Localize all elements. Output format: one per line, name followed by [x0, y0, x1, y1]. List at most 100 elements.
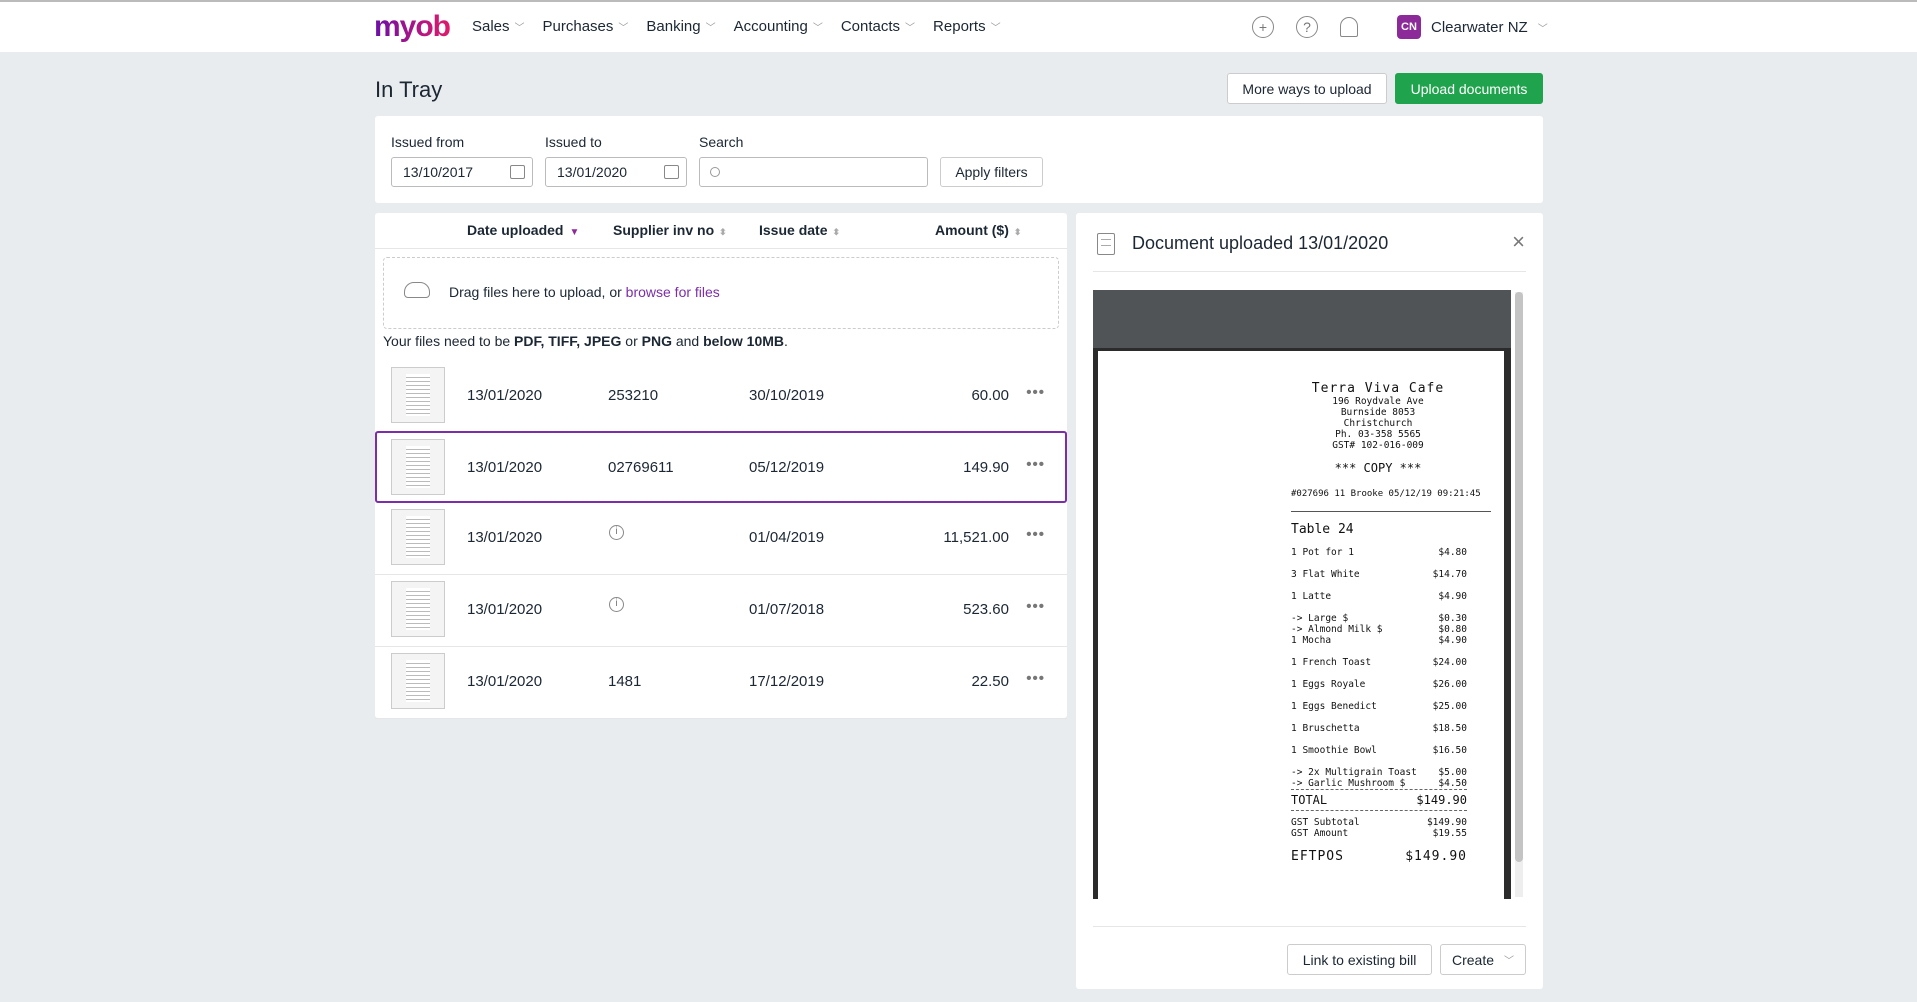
column-supplier-inv-no[interactable]: Supplier inv no ⬍: [613, 222, 727, 238]
calendar-icon[interactable]: [664, 165, 679, 179]
receipt-addr: 196 Roydvale Ave: [1332, 396, 1424, 407]
table-row[interactable]: 13/01/2020 i 01/07/2018 523.60 •••: [375, 575, 1067, 647]
browse-files-link[interactable]: browse for files: [626, 284, 720, 300]
myob-logo[interactable]: myob: [374, 10, 451, 44]
nav-banking[interactable]: Banking ﹀: [646, 18, 715, 35]
table-row[interactable]: 13/01/2020 i 01/04/2019 11,521.00 •••: [375, 503, 1067, 575]
item-price: $14.70: [1432, 569, 1467, 580]
item-name: 1 Pot for 1: [1291, 547, 1354, 558]
date-uploaded: 13/01/2020: [467, 387, 543, 404]
table-row[interactable]: 13/01/2020 1481 17/12/2019 22.50 •••: [375, 647, 1067, 719]
document-icon: [1097, 233, 1115, 255]
item-name: -> 2x Multigrain Toast: [1291, 767, 1417, 778]
receipt-line-item: -> Garlic Mushroom $ $4.50: [1291, 778, 1491, 789]
header-label: Issue date: [759, 222, 828, 238]
gst-amount-label: GST Amount: [1291, 828, 1349, 839]
link-to-existing-bill-button[interactable]: Link to existing bill: [1287, 944, 1432, 975]
upload-documents-button[interactable]: Upload documents: [1395, 73, 1543, 104]
apply-filters-button[interactable]: Apply filters: [940, 157, 1043, 187]
item-price: $0.80: [1438, 624, 1467, 635]
receipt-addr: Christchurch: [1343, 418, 1413, 429]
bell-icon[interactable]: [1340, 17, 1358, 37]
top-nav-bar: myob Sales ﹀ Purchases ﹀ Banking ﹀ Accounti…: [0, 0, 1917, 52]
sort-icon: ⬍: [1013, 227, 1022, 237]
upload-cloud-icon: [404, 282, 430, 298]
item-name: 3 Flat White: [1291, 569, 1360, 580]
nav-reports[interactable]: Reports ﹀: [933, 18, 1001, 35]
receipt-addr: Burnside 8053: [1340, 407, 1416, 418]
more-options-icon[interactable]: •••: [1026, 384, 1045, 401]
receipt-line-item: -> Large $ $0.30: [1291, 613, 1491, 624]
header-label: Supplier inv no: [613, 222, 715, 238]
amount: 22.50: [971, 673, 1009, 690]
amount: 11,521.00: [943, 529, 1009, 546]
receipt-line-item: 1 Eggs Benedict $25.00: [1291, 701, 1491, 712]
item-name: -> Almond Milk $: [1291, 624, 1383, 635]
gst-subtotal-value: $149.90: [1426, 817, 1467, 828]
req-text: and: [671, 333, 704, 349]
chevron-down-icon: ﹀: [905, 23, 916, 34]
receipt-ref: #027696 11 Brooke 05/12/19 09:21:45: [1291, 489, 1481, 499]
receipt-line-item: 1 Eggs Royale $26.00: [1291, 679, 1491, 690]
eftpos-value: $149.90: [1405, 849, 1467, 864]
nav-sales[interactable]: Sales ﹀: [472, 18, 525, 35]
total-label: TOTAL: [1291, 793, 1328, 807]
search-input[interactable]: [699, 157, 928, 187]
search-icon: [710, 167, 720, 177]
date-uploaded: 13/01/2020: [467, 529, 543, 546]
create-dropdown-button[interactable]: Create ﹀: [1440, 944, 1526, 975]
more-options-icon[interactable]: •••: [1026, 598, 1045, 615]
item-price: $4.90: [1438, 591, 1467, 602]
business-name: Clearwater NZ: [1431, 18, 1528, 36]
date-uploaded: 13/01/2020: [467, 673, 543, 690]
issued-to-field[interactable]: 13/01/2020: [545, 157, 687, 187]
business-switcher[interactable]: CN Clearwater NZ ﹀: [1397, 15, 1548, 39]
info-icon[interactable]: i: [609, 597, 624, 612]
receipt-addr: Ph. 03-358 5565: [1335, 429, 1421, 440]
more-ways-to-upload-button[interactable]: More ways to upload: [1227, 73, 1387, 104]
gst-amount-value: $19.55: [1432, 828, 1467, 839]
nav-accounting[interactable]: Accounting ﹀: [734, 18, 823, 35]
nav-label: Reports: [933, 18, 986, 35]
receipt-line-item: 3 Flat White $14.70: [1291, 569, 1491, 580]
scrollbar[interactable]: [1515, 292, 1523, 862]
more-options-icon[interactable]: •••: [1026, 456, 1045, 473]
req-formats: PDF, TIFF, JPEG: [514, 333, 622, 349]
column-issue-date[interactable]: Issue date ⬍: [759, 222, 840, 238]
file-requirements: Your files need to be PDF, TIFF, JPEG or…: [383, 333, 788, 349]
help-icon[interactable]: ?: [1296, 16, 1318, 38]
issued-from-field[interactable]: 13/10/2017: [391, 157, 533, 187]
chevron-down-icon: ﹀: [705, 23, 716, 34]
sort-icon: ⬍: [719, 227, 727, 237]
amount: 60.00: [971, 387, 1009, 404]
table-row[interactable]: 13/01/2020 253210 30/10/2019 60.00 •••: [375, 361, 1067, 433]
more-options-icon[interactable]: •••: [1026, 526, 1045, 543]
item-price: $24.00: [1432, 657, 1467, 668]
file-drop-zone[interactable]: Drag files here to upload, or browse for…: [383, 257, 1059, 329]
issued-from-label: Issued from: [391, 134, 465, 150]
document-thumbnail: [391, 509, 445, 565]
date-uploaded: 13/01/2020: [467, 601, 543, 618]
calendar-icon[interactable]: [510, 165, 525, 179]
document-thumbnail: [391, 367, 445, 423]
eftpos-label: EFTPOS: [1291, 849, 1344, 864]
avatar: CN: [1397, 15, 1421, 39]
chevron-down-icon: ﹀: [1537, 23, 1548, 35]
nav-purchases[interactable]: Purchases ﹀: [543, 18, 629, 35]
total-value: $149.90: [1416, 793, 1467, 807]
close-icon[interactable]: ×: [1512, 229, 1525, 255]
nav-contacts[interactable]: Contacts ﹀: [841, 18, 915, 35]
column-date-uploaded[interactable]: Date uploaded ▼: [467, 222, 579, 238]
item-name: 1 Mocha: [1291, 635, 1332, 646]
more-options-icon[interactable]: •••: [1026, 670, 1045, 687]
panel-title: Document uploaded 13/01/2020: [1132, 233, 1389, 253]
plus-icon[interactable]: +: [1252, 16, 1274, 38]
chevron-down-icon: ﹀: [514, 23, 525, 34]
receipt-line-item: 1 Mocha $4.90: [1291, 635, 1491, 646]
receipt-line-item: 1 Bruschetta $18.50: [1291, 723, 1491, 734]
column-amount[interactable]: Amount ($) ⬍: [935, 222, 1021, 238]
receipt-name: Terra Viva Cafe: [1311, 381, 1445, 396]
info-icon[interactable]: i: [609, 525, 624, 540]
table-row[interactable]: 13/01/2020 02769611 05/12/2019 149.90 ••…: [375, 431, 1067, 503]
issue-date: 01/07/2018: [749, 601, 825, 618]
